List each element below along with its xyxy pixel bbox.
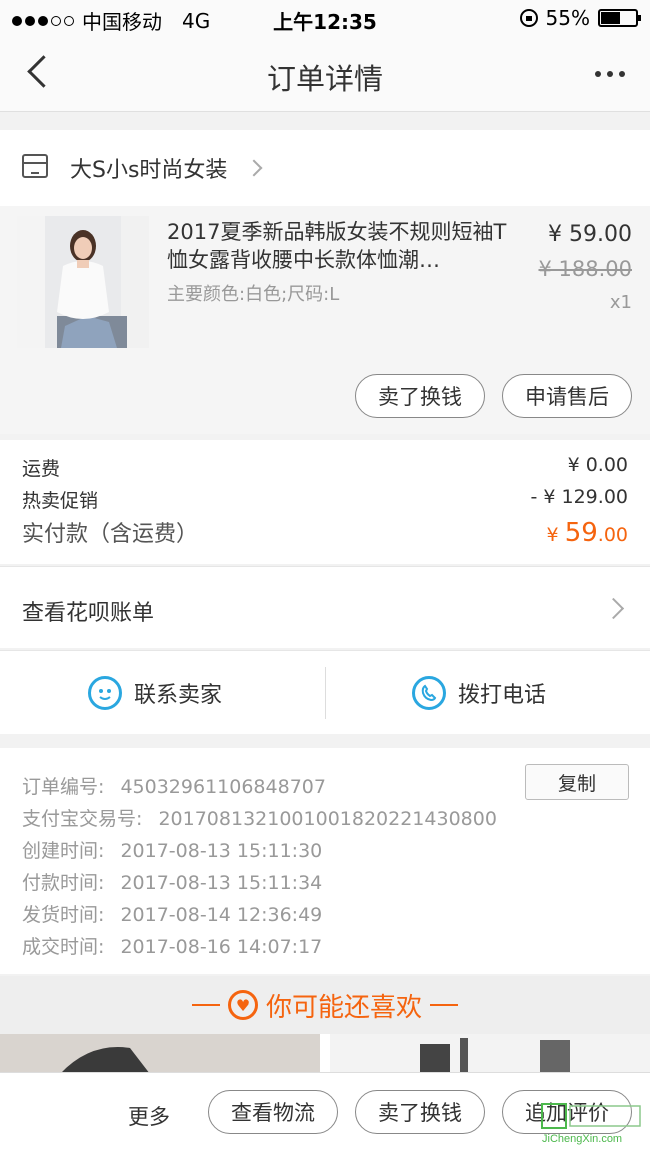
watermark: JiChengXin.com bbox=[538, 1102, 644, 1150]
created-time-row: 创建时间: 2017-08-13 15:11:30 bbox=[22, 836, 322, 863]
contact-row: 联系卖家 拨打电话 bbox=[0, 650, 650, 734]
recommend-title: 你可能还喜欢 bbox=[265, 992, 422, 1023]
product-price: ¥ 59.00 bbox=[548, 222, 632, 247]
product-thumbnail[interactable] bbox=[17, 216, 149, 348]
paid-time-row: 付款时间: 2017-08-13 15:11:34 bbox=[22, 868, 322, 895]
total-label: 实付款（含运费） bbox=[22, 522, 199, 547]
call-phone-label: 拨打电话 bbox=[458, 683, 547, 708]
view-logistics-button[interactable]: 查看物流 bbox=[208, 1090, 338, 1134]
status-bar: 中国移动 4G 上午12:35 55% bbox=[0, 0, 650, 36]
decor-line bbox=[430, 1004, 458, 1006]
more-options-icon[interactable] bbox=[590, 60, 630, 88]
shipping-value: ¥ 0.00 bbox=[567, 454, 628, 476]
huabei-label: 查看花呗账单 bbox=[22, 601, 155, 626]
product-title: 2017夏季新品韩版女装不规则短袖T恤女露背收腰中长款体恤潮… bbox=[167, 220, 507, 272]
chat-face-icon bbox=[88, 676, 122, 710]
info-value: 2017-08-14 12:36:49 bbox=[120, 904, 323, 926]
chevron-right-icon bbox=[245, 159, 263, 177]
call-phone-button[interactable]: 拨打电话 bbox=[412, 651, 546, 735]
info-value: 2017-08-16 14:07:17 bbox=[120, 936, 323, 958]
info-value: 45032961106848707 bbox=[120, 776, 326, 798]
battery-percent: 55% bbox=[545, 6, 590, 30]
info-label: 发货时间: bbox=[22, 904, 105, 926]
shipped-time-row: 发货时间: 2017-08-14 12:36:49 bbox=[22, 900, 322, 927]
recommend-header: ♥ 你可能还喜欢 bbox=[0, 976, 650, 1034]
contact-seller-button[interactable]: 联系卖家 bbox=[88, 651, 222, 735]
info-value: 2017-08-13 15:11:34 bbox=[120, 872, 323, 894]
info-value: 2017081321001001820221430800 bbox=[158, 808, 497, 830]
huabei-bill-row[interactable]: 查看花呗账单 bbox=[0, 566, 650, 648]
nav-bar: 订单详情 bbox=[0, 36, 650, 112]
more-button[interactable]: 更多 bbox=[128, 1101, 170, 1131]
bottom-action-bar: 更多 查看物流 卖了换钱 追加评价 JiChengXin.com bbox=[0, 1072, 650, 1156]
info-label: 付款时间: bbox=[22, 872, 105, 894]
rotation-lock-icon bbox=[519, 9, 538, 27]
total-dec: .00 bbox=[597, 524, 628, 546]
product-card[interactable]: 2017夏季新品韩版女装不规则短袖T恤女露背收腰中长款体恤潮… 主要颜色:白色;… bbox=[0, 206, 650, 434]
closed-time-row: 成交时间: 2017-08-16 14:07:17 bbox=[22, 932, 322, 959]
phone-icon bbox=[412, 676, 446, 710]
total-value: ¥ 59.00 bbox=[547, 518, 628, 548]
order-number-row: 订单编号: 45032961106848707 bbox=[22, 772, 326, 799]
promo-label: 热卖促销 bbox=[22, 490, 99, 512]
recommend-gallery[interactable] bbox=[0, 1034, 650, 1074]
total-int: 59 bbox=[564, 518, 598, 548]
total-currency: ¥ bbox=[546, 524, 559, 546]
info-label: 创建时间: bbox=[22, 840, 105, 862]
info-label: 支付宝交易号: bbox=[22, 808, 143, 830]
heart-icon: ♥ bbox=[227, 990, 258, 1020]
order-info: 订单编号: 45032961106848707 复制 支付宝交易号: 20170… bbox=[0, 748, 650, 974]
product-original-price: ¥ 188.00 bbox=[538, 257, 632, 281]
sell-for-cash-button[interactable]: 卖了换钱 bbox=[355, 374, 485, 418]
copy-button[interactable]: 复制 bbox=[525, 764, 629, 800]
contact-seller-label: 联系卖家 bbox=[134, 683, 223, 708]
shipping-label: 运费 bbox=[22, 458, 61, 480]
product-quantity: x1 bbox=[609, 292, 632, 313]
sell-for-cash-button[interactable]: 卖了换钱 bbox=[355, 1090, 485, 1134]
shop-name: 大S小s时尚女装 bbox=[70, 158, 228, 183]
chevron-right-icon bbox=[602, 597, 625, 620]
watermark-text: JiChengXin.com bbox=[542, 1133, 622, 1145]
store-icon bbox=[22, 154, 48, 178]
info-value: 2017-08-13 15:11:30 bbox=[120, 840, 323, 862]
divider bbox=[325, 667, 326, 719]
fee-summary: 运费 ¥ 0.00 热卖促销 - ¥ 129.00 实付款（含运费） ¥ 59.… bbox=[0, 440, 650, 564]
info-label: 成交时间: bbox=[22, 936, 105, 958]
page-title: 订单详情 bbox=[266, 62, 383, 96]
product-spec: 主要颜色:白色;尺码:L bbox=[167, 284, 340, 305]
decor-line bbox=[191, 1004, 220, 1006]
info-label: 订单编号: bbox=[22, 776, 105, 798]
alipay-trade-row: 支付宝交易号: 2017081321001001820221430800 bbox=[22, 804, 497, 831]
shop-row[interactable]: 大S小s时尚女装 bbox=[0, 130, 650, 206]
apply-aftersale-button[interactable]: 申请售后 bbox=[502, 374, 632, 418]
promo-value: - ¥ 129.00 bbox=[530, 486, 628, 508]
battery-icon bbox=[598, 9, 641, 27]
